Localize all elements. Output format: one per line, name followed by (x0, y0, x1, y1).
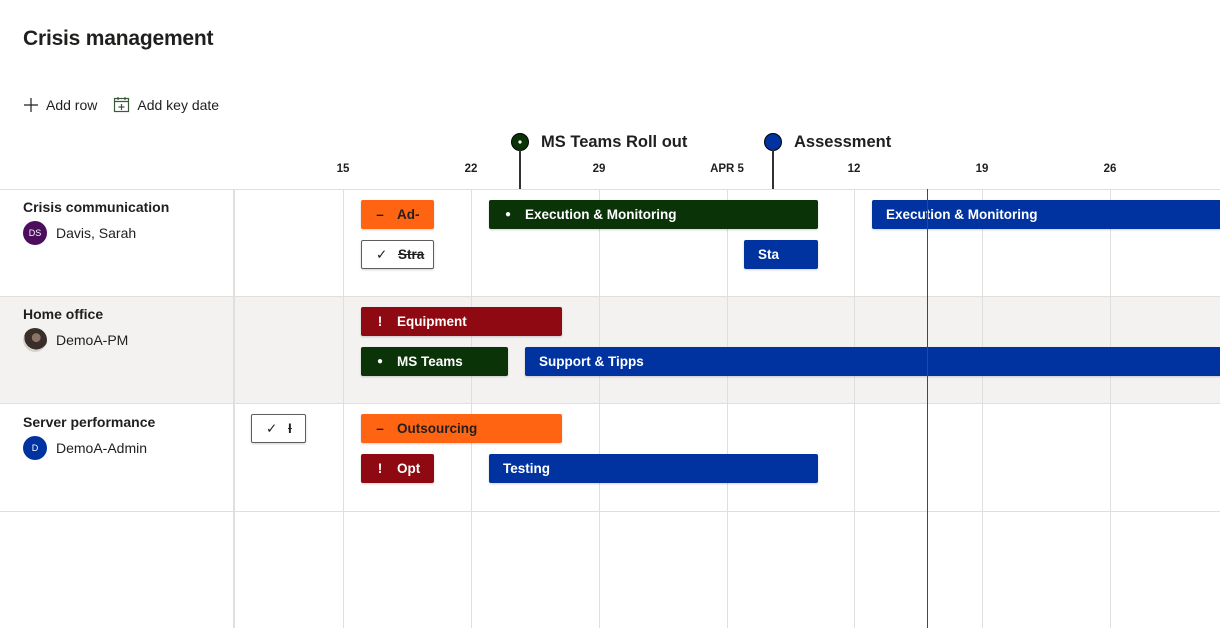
row-divider (0, 511, 1220, 512)
task-bar[interactable]: Execution & Monitoring (872, 200, 1220, 229)
owner-name: DemoA-Admin (56, 440, 148, 456)
plus-icon (24, 97, 38, 112)
avatar: D (23, 436, 47, 460)
owner-name: DemoA-PM (56, 332, 129, 348)
task-bar[interactable]: Testing (489, 454, 818, 483)
tick-label: APR 5 (710, 163, 744, 175)
add-row-button[interactable]: Add row (23, 97, 97, 113)
row-title: Home office (23, 306, 104, 322)
task-label: Outsourcing (397, 421, 478, 436)
row-crisis-communication[interactable]: Crisis communication DS Davis, Sarah (23, 199, 169, 245)
week-gridline (343, 189, 344, 628)
row-divider (0, 403, 1220, 404)
page-title: Crisis management (23, 27, 214, 50)
task-bar[interactable]: – Ad- (361, 200, 434, 229)
check-icon: ✓ (266, 420, 278, 436)
owner-name: Davis, Sarah (56, 225, 137, 241)
task-label: Support & Tipps (539, 354, 644, 369)
task-bar[interactable]: ! Opt (361, 454, 434, 483)
key-date-pin-icon (511, 133, 529, 151)
task-label: Execution & Monitoring (886, 207, 1038, 222)
week-gridline (1110, 189, 1111, 628)
task-bar[interactable]: Sta (744, 240, 818, 269)
week-gridline (471, 189, 472, 628)
dot-icon: ● (376, 356, 384, 367)
task-bar[interactable]: ● MS Teams (361, 347, 508, 376)
key-date-pin-icon (764, 133, 782, 151)
today-marker (927, 189, 928, 628)
task-bar[interactable]: ● Execution & Monitoring (489, 200, 818, 229)
task-bar[interactable]: ! Equipment (361, 307, 562, 336)
minus-icon: – (376, 421, 384, 436)
task-label: Sta (758, 247, 780, 262)
task-label: MS Teams (397, 354, 463, 369)
exclamation-icon: ! (377, 461, 383, 476)
tick-label: 12 (847, 163, 861, 175)
key-date-line (772, 150, 774, 189)
task-label: Testing (503, 461, 550, 476)
task-label: I (288, 421, 292, 436)
task-bar[interactable]: – Outsourcing (361, 414, 562, 443)
key-date-label: MS Teams Roll out (541, 133, 688, 151)
week-gridline (982, 189, 983, 628)
row-server-performance[interactable]: Server performance D DemoA-Admin (23, 414, 155, 460)
row-divider (0, 189, 1220, 190)
tick-label: 29 (592, 163, 606, 175)
add-row-label: Add row (46, 96, 98, 113)
row-owner[interactable]: D DemoA-Admin (23, 436, 155, 460)
row-title: Server performance (23, 414, 156, 430)
add-key-date-label: Add key date (137, 96, 220, 113)
calendar-add-icon (114, 97, 130, 113)
tick-label: 19 (975, 163, 989, 175)
row-owner[interactable]: DS Davis, Sarah (23, 221, 169, 245)
task-label: Opt (397, 461, 421, 476)
row-divider (0, 296, 1220, 297)
avatar-initials: DS (28, 228, 42, 238)
task-bar[interactable]: Support & Tipps (525, 347, 1220, 376)
week-gridline (854, 189, 855, 628)
task-label: Execution & Monitoring (525, 207, 677, 222)
sidebar-divider (233, 189, 235, 628)
tick-label: 22 (464, 163, 478, 175)
avatar: DS (23, 221, 47, 245)
toolbar: Add row Add key date (23, 96, 235, 113)
week-gridline (727, 189, 728, 628)
task-bar[interactable]: ✓ I (251, 414, 306, 443)
task-bar[interactable]: ✓ Stra (361, 240, 434, 269)
task-label: Ad- (397, 207, 420, 222)
avatar-initials: D (31, 443, 39, 453)
task-label: Stra (398, 247, 425, 262)
key-date-label: Assessment (794, 133, 892, 151)
task-label: Equipment (397, 314, 467, 329)
key-date-line (519, 150, 521, 189)
tick-label: 26 (1103, 163, 1117, 175)
avatar-photo (23, 328, 47, 352)
tick-label: 15 (336, 163, 350, 175)
week-gridline (599, 189, 600, 628)
minus-icon: – (376, 207, 384, 222)
dot-icon: ● (504, 209, 512, 220)
row-home-office[interactable]: Home office DemoA-PM (23, 306, 128, 352)
row-owner[interactable]: DemoA-PM (23, 328, 128, 352)
row-title: Crisis communication (23, 199, 170, 215)
add-key-date-button[interactable]: Add key date (113, 96, 219, 113)
check-icon: ✓ (376, 246, 388, 262)
exclamation-icon: ! (377, 314, 383, 329)
